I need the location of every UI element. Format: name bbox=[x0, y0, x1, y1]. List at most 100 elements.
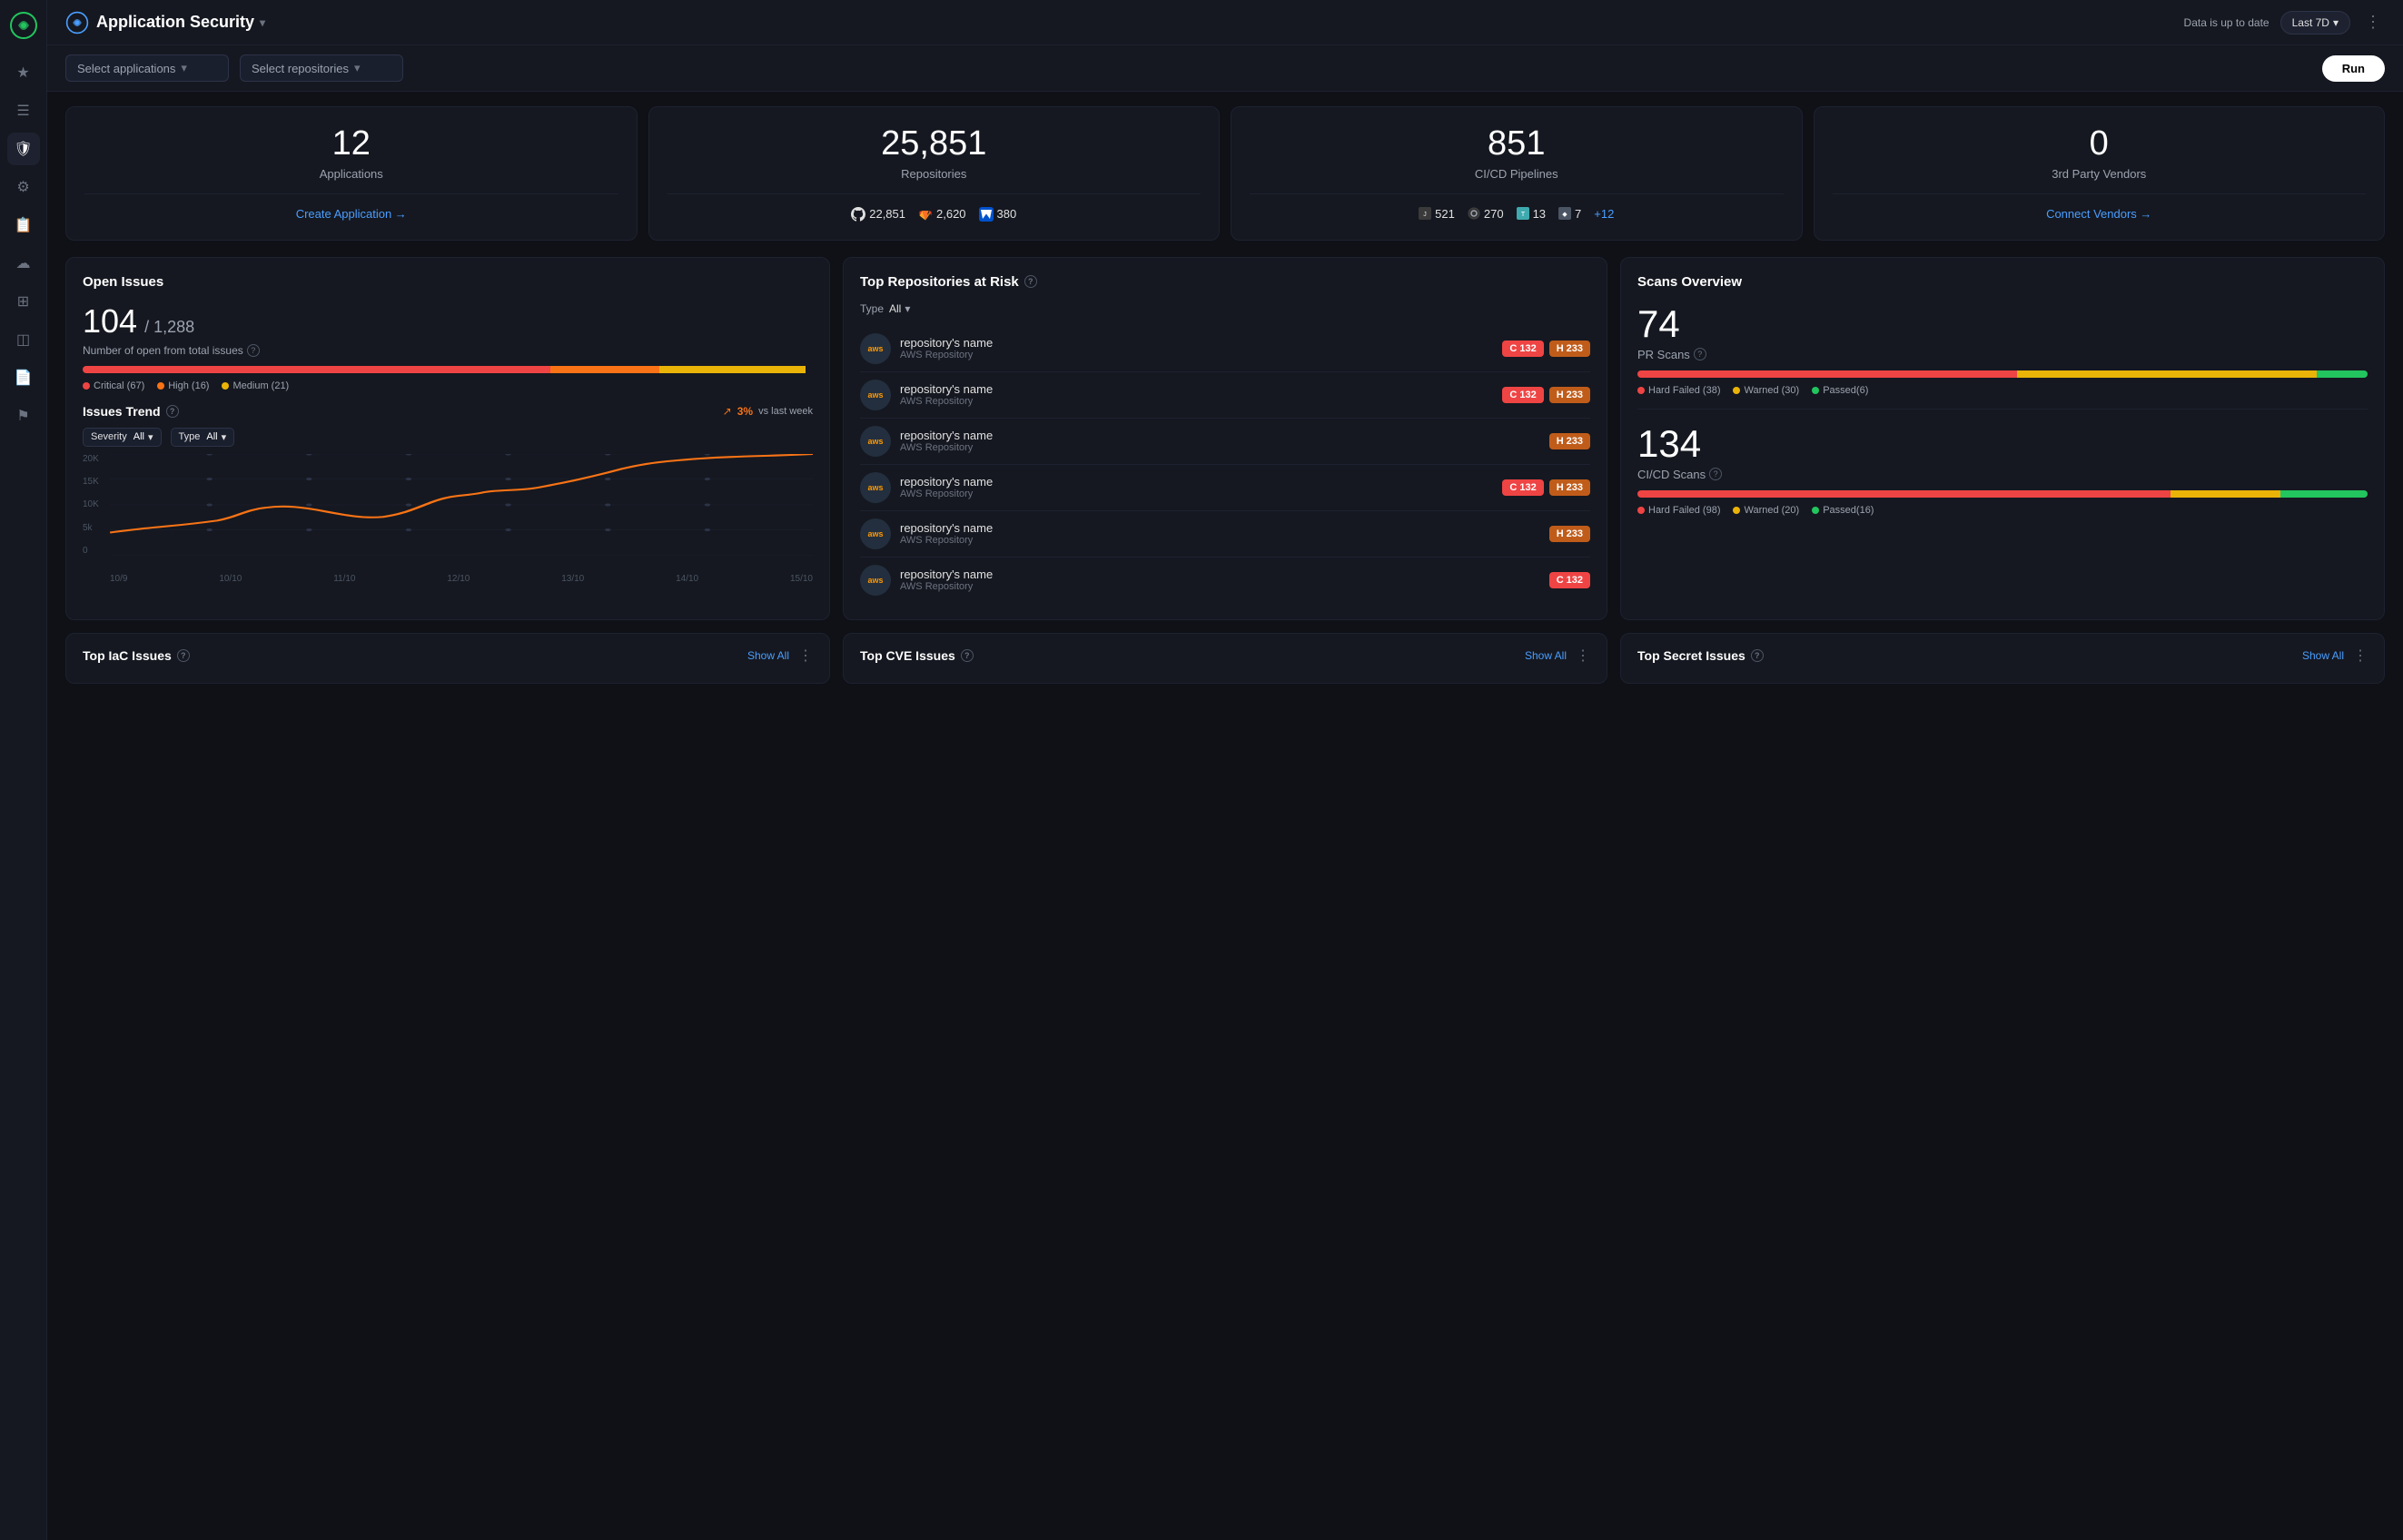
trend-vs-label: vs last week bbox=[758, 406, 813, 417]
open-issues-sublabel: Number of open from total issues ? bbox=[83, 344, 813, 357]
top-cve-panel: Top CVE Issues ? Show All ⋮ bbox=[843, 633, 1607, 684]
sidebar-icon-clipboard[interactable]: 📋 bbox=[7, 209, 40, 242]
circleci-count: 270 bbox=[1468, 207, 1504, 221]
cicd-scans-info-icon[interactable]: ? bbox=[1709, 468, 1722, 480]
sidebar-icon-flag[interactable]: ⚑ bbox=[7, 400, 40, 432]
more-options-button[interactable]: ⋮ bbox=[2361, 9, 2385, 35]
iac-info-icon[interactable]: ? bbox=[177, 649, 190, 662]
sidebar-icon-shield[interactable]: 🛡 bbox=[7, 133, 40, 165]
run-button[interactable]: Run bbox=[2322, 55, 2385, 82]
iac-show-all-link[interactable]: Show All bbox=[747, 649, 789, 662]
cicd-scans-progress bbox=[1637, 490, 2368, 498]
bitbucket-icon bbox=[979, 207, 994, 222]
secret-more-button[interactable]: ⋮ bbox=[2353, 647, 2368, 665]
critical-badge: C 132 bbox=[1502, 341, 1543, 357]
repo-row: aws repository's name AWS Repository C 1… bbox=[860, 465, 1590, 511]
create-application-link[interactable]: Create Application → bbox=[296, 207, 407, 221]
sidebar-icon-layers[interactable]: ◫ bbox=[7, 323, 40, 356]
jenkins-icon: J bbox=[1419, 207, 1431, 220]
cicd-label: CI/CD Pipelines bbox=[1475, 167, 1558, 181]
legend-hard-failed: Hard Failed (38) bbox=[1637, 385, 1720, 396]
svg-text:◆: ◆ bbox=[1562, 212, 1567, 218]
vendors-card: 0 3rd Party Vendors Connect Vendors → bbox=[1814, 106, 2386, 241]
sidebar-icon-file[interactable]: 📄 bbox=[7, 361, 40, 394]
legend-warned: Warned (30) bbox=[1733, 385, 1799, 396]
connect-vendors-link[interactable]: Connect Vendors → bbox=[2046, 207, 2151, 221]
top-repos-info-icon[interactable]: ? bbox=[1024, 275, 1037, 288]
cicd-count: 851 bbox=[1488, 125, 1545, 163]
iac-title: Top IaC Issues ? bbox=[83, 648, 190, 663]
pr-scans-section: 74 PR Scans ? Hard Failed (38) bbox=[1637, 302, 2368, 396]
critical-segment bbox=[83, 366, 550, 373]
app-logo[interactable] bbox=[9, 11, 38, 40]
cicd-scans-section: 134 CI/CD Scans ? Hard Failed (98) bbox=[1637, 422, 2368, 516]
chart-y-labels: 20K 15K 10K 5k 0 bbox=[83, 454, 108, 556]
card-divider bbox=[1250, 193, 1784, 194]
trend-pct: 3% bbox=[737, 405, 753, 418]
iac-more-button[interactable]: ⋮ bbox=[798, 647, 813, 665]
period-selector-button[interactable]: Last 7D ▾ bbox=[2280, 11, 2350, 35]
pr-scans-info-icon[interactable]: ? bbox=[1694, 348, 1706, 360]
scans-overview-title: Scans Overview bbox=[1637, 274, 2368, 290]
repo-info: repository's name AWS Repository bbox=[900, 475, 1493, 499]
cve-info-icon[interactable]: ? bbox=[961, 649, 974, 662]
title-chevron-icon[interactable]: ▾ bbox=[260, 16, 265, 29]
secret-title: Top Secret Issues ? bbox=[1637, 648, 1764, 663]
repositories-filter[interactable]: Select repositories ▾ bbox=[240, 54, 403, 82]
high-segment bbox=[550, 366, 660, 373]
repo-badges: C 132 H 233 bbox=[1502, 341, 1590, 357]
issues-trend-section: Issues Trend ? ↗ 3% vs last week bbox=[83, 404, 813, 584]
open-issues-info-icon[interactable]: ? bbox=[247, 344, 260, 357]
cicd-card: 851 CI/CD Pipelines J 521 bbox=[1231, 106, 1803, 241]
trend-controls: Severity All ▾ Type All ▾ bbox=[83, 428, 813, 447]
repo-badges: H 233 bbox=[1549, 526, 1590, 542]
applications-filter[interactable]: Select applications ▾ bbox=[65, 54, 229, 82]
trend-info-icon[interactable]: ? bbox=[166, 405, 179, 418]
other-pipeline-icon: ◆ bbox=[1558, 207, 1571, 220]
trend-title: Issues Trend ? bbox=[83, 404, 179, 419]
more-pipelines-count: +12 bbox=[1594, 207, 1614, 221]
sidebar-icon-grid[interactable]: ⊞ bbox=[7, 285, 40, 318]
passed-dot bbox=[1812, 387, 1819, 394]
critical-badge: C 132 bbox=[1502, 479, 1543, 496]
repo-row: aws repository's name AWS Repository H 2… bbox=[860, 419, 1590, 465]
aws-logo: aws bbox=[860, 380, 891, 410]
sidebar-icon-star[interactable]: ★ bbox=[7, 56, 40, 89]
svg-text:T: T bbox=[1520, 212, 1525, 218]
open-count: 104 bbox=[83, 302, 137, 341]
secret-info-icon[interactable]: ? bbox=[1751, 649, 1764, 662]
legend-critical: Critical (67) bbox=[83, 380, 144, 391]
cicd-warned-dot bbox=[1733, 507, 1740, 514]
secret-show-all-link[interactable]: Show All bbox=[2302, 649, 2344, 662]
repo-info: repository's name AWS Repository bbox=[900, 521, 1540, 546]
sidebar-icon-cloud[interactable]: ☁ bbox=[7, 247, 40, 280]
severity-select[interactable]: Severity All ▾ bbox=[83, 428, 162, 447]
applications-filter-arrow-icon: ▾ bbox=[181, 61, 187, 75]
repositories-label: Repositories bbox=[901, 167, 966, 181]
pr-scans-count: 74 bbox=[1637, 302, 2368, 346]
top-repos-title: Top Repositories at Risk ? bbox=[860, 274, 1590, 290]
footer-panels: Top IaC Issues ? Show All ⋮ Top CVE Issu… bbox=[65, 633, 2385, 684]
scans-overview-panel: Scans Overview 74 PR Scans ? bbox=[1620, 257, 2385, 620]
applications-count: 12 bbox=[332, 125, 371, 163]
severity-chevron-icon: ▾ bbox=[148, 431, 153, 443]
repo-type-chevron-icon: ▾ bbox=[905, 302, 910, 315]
circleci-icon bbox=[1468, 207, 1480, 220]
topbar-right: Data is up to date Last 7D ▾ ⋮ bbox=[2184, 9, 2385, 35]
medium-dot bbox=[222, 382, 229, 390]
cve-show-all-link[interactable]: Show All bbox=[1525, 649, 1567, 662]
sidebar-icon-gear[interactable]: ⚙ bbox=[7, 171, 40, 203]
legend-cicd-warned: Warned (20) bbox=[1733, 505, 1799, 516]
type-select[interactable]: Type All ▾ bbox=[171, 428, 235, 447]
repositories-filter-label: Select repositories bbox=[252, 62, 349, 75]
repo-info: repository's name AWS Repository bbox=[900, 429, 1540, 453]
aws-logo: aws bbox=[860, 518, 891, 549]
secret-actions: Show All ⋮ bbox=[2302, 647, 2368, 665]
repositories-card: 25,851 Repositories 22,851 bbox=[648, 106, 1221, 241]
cve-more-button[interactable]: ⋮ bbox=[1576, 647, 1590, 665]
repo-type-filter[interactable]: Type All ▾ bbox=[860, 302, 1590, 315]
sidebar-icon-list[interactable]: ☰ bbox=[7, 94, 40, 127]
content-area: 12 Applications Create Application → 25,… bbox=[47, 92, 2403, 1540]
cicd-passed-dot bbox=[1812, 507, 1819, 514]
cicd-warned-segment bbox=[2171, 490, 2280, 498]
